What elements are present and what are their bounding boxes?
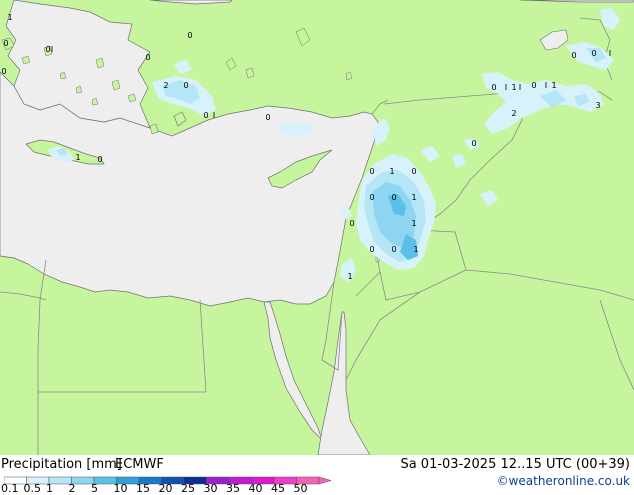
legend-title: Precipitation [mm] xyxy=(1,457,122,472)
colorbar-tick-label: 25 xyxy=(181,482,195,495)
station-value-label: 0 xyxy=(97,155,102,164)
colorbar-arrow xyxy=(318,476,332,485)
station-value-label: 0 xyxy=(571,51,576,60)
model-name: ECMWF xyxy=(115,457,164,472)
station-value-label: 0 xyxy=(369,193,374,202)
station-value-label: 1 xyxy=(411,193,416,202)
station-value-label: 0 xyxy=(349,219,354,228)
station-value-label: 0 xyxy=(531,81,536,90)
station-value-label: 3 xyxy=(595,101,600,110)
station-value-label: 1 xyxy=(511,83,516,92)
footer-legend: Precipitation [mm] ECMWF Sa 01-03-2025 1… xyxy=(0,455,634,495)
station-value-label: 1 xyxy=(413,245,418,254)
colorbar-tick-label: 2 xyxy=(68,482,76,495)
station-value-label: 2 xyxy=(163,81,168,90)
precipitation-map: 1 0 0 0 0 2 0 0 0 0 1 0 0 1 0 0 0 1 0 1 0 0 1 1 0 2 0 1 0 1 0 0 3 xyxy=(0,0,634,456)
station-value-label: 0 xyxy=(187,31,192,40)
station-value-label: 0 xyxy=(391,193,396,202)
station-value-label: 0 xyxy=(145,53,150,62)
station-value-label: 0 xyxy=(471,139,476,148)
station-value-label: 2 xyxy=(511,109,516,118)
station-value-label: 0 xyxy=(369,245,374,254)
station-value-label: 1 xyxy=(411,219,416,228)
colorbar-tick-label: 45 xyxy=(271,482,285,495)
valid-time: Sa 01-03-2025 12..15 UTC (00+39) xyxy=(400,457,630,472)
colorbar-tick-label: 5 xyxy=(91,482,98,495)
colorbar-tick-label: 15 xyxy=(136,482,150,495)
station-value-label: 0 xyxy=(265,113,270,122)
colorbar-tick-label: 30 xyxy=(203,482,218,495)
station-value-label: 1 xyxy=(389,167,394,176)
station-value-label: 1 xyxy=(551,81,556,90)
colorbar-tick-label: 0.5 xyxy=(23,482,42,495)
colorbar-tick-label: 50 xyxy=(293,482,308,495)
station-value-label: 0 xyxy=(45,45,50,54)
station-value-label: 1 xyxy=(347,272,352,281)
station-value-label: 0 xyxy=(591,49,596,58)
colorbar-tick-label: 40 xyxy=(248,482,263,495)
station-value-label: 0 xyxy=(3,39,8,48)
colorbar-tick-label: 1 xyxy=(46,482,53,495)
station-value-label: 0 xyxy=(391,245,396,254)
station-value-label: 0 xyxy=(491,83,496,92)
station-value-label: 0 xyxy=(1,67,6,76)
colorbar-tick-label: 10 xyxy=(113,482,128,495)
colorbar-tick-label: 35 xyxy=(226,482,240,495)
station-value-label: 1 xyxy=(75,153,80,162)
station-value-label: 1 xyxy=(7,13,12,22)
station-value-label: 0 xyxy=(203,111,208,120)
colorbar-tick-label: 0.1 xyxy=(1,482,19,495)
station-value-label: 0 xyxy=(369,167,374,176)
station-value-label: 0 xyxy=(411,167,416,176)
station-value-label: 0 xyxy=(183,81,188,90)
credit-link[interactable]: ©weatheronline.co.uk xyxy=(497,474,630,488)
colorbar-tick-label: 20 xyxy=(158,482,173,495)
